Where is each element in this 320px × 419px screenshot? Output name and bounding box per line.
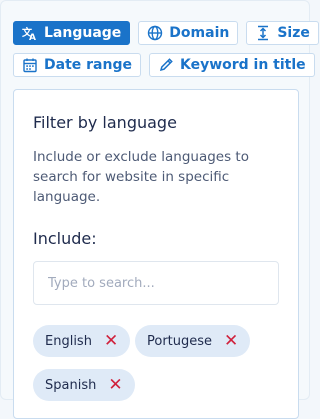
tab-size-label: Size [277,25,310,41]
translate-icon: 文 A [22,26,36,41]
language-tag-label: Spanish [45,377,97,393]
filter-widget: 文 A Language Domain Size Date range Keyw… [0,0,319,419]
tab-language[interactable]: 文 A Language [13,21,131,45]
remove-portugese-icon[interactable]: ✕ [224,332,238,350]
language-tag-portugese: Portugese ✕ [135,325,251,357]
language-tag-label: English [45,333,92,349]
tab-date-range-label: Date range [44,57,132,73]
tab-language-label: Language [44,25,122,41]
calendar-icon [23,58,37,73]
panel-title: Filter by language [33,113,177,132]
filter-tabs: 文 A Language Domain Size Date range Keyw… [13,21,319,85]
panel-description: Include or exclude languages to search f… [33,149,249,205]
globe-icon [148,25,163,41]
pencil-icon [159,58,173,72]
size-icon [258,25,269,41]
remove-english-icon[interactable]: ✕ [104,332,118,350]
remove-spanish-icon[interactable]: ✕ [108,376,122,394]
include-label: Include: [33,229,97,248]
tab-keyword-in-title[interactable]: Keyword in title [148,53,315,77]
language-tag-english: English ✕ [33,325,131,357]
tab-size[interactable]: Size [246,21,319,45]
language-tag-label: Portugese [147,333,213,349]
tab-keyword-in-title-label: Keyword in title [179,57,306,73]
filter-tabs-row-2: Date range Keyword in title [13,53,315,77]
language-search-input[interactable] [33,261,279,305]
filter-tabs-row-1: 文 A Language Domain Size [13,21,319,45]
tab-domain[interactable]: Domain [138,21,239,45]
tab-date-range[interactable]: Date range [13,53,141,77]
tab-domain-label: Domain [169,25,230,41]
language-tag-spanish: Spanish ✕ [33,369,135,401]
language-filter-panel: Filter by language Include or exclude la… [13,89,299,419]
svg-text:A: A [29,33,36,41]
